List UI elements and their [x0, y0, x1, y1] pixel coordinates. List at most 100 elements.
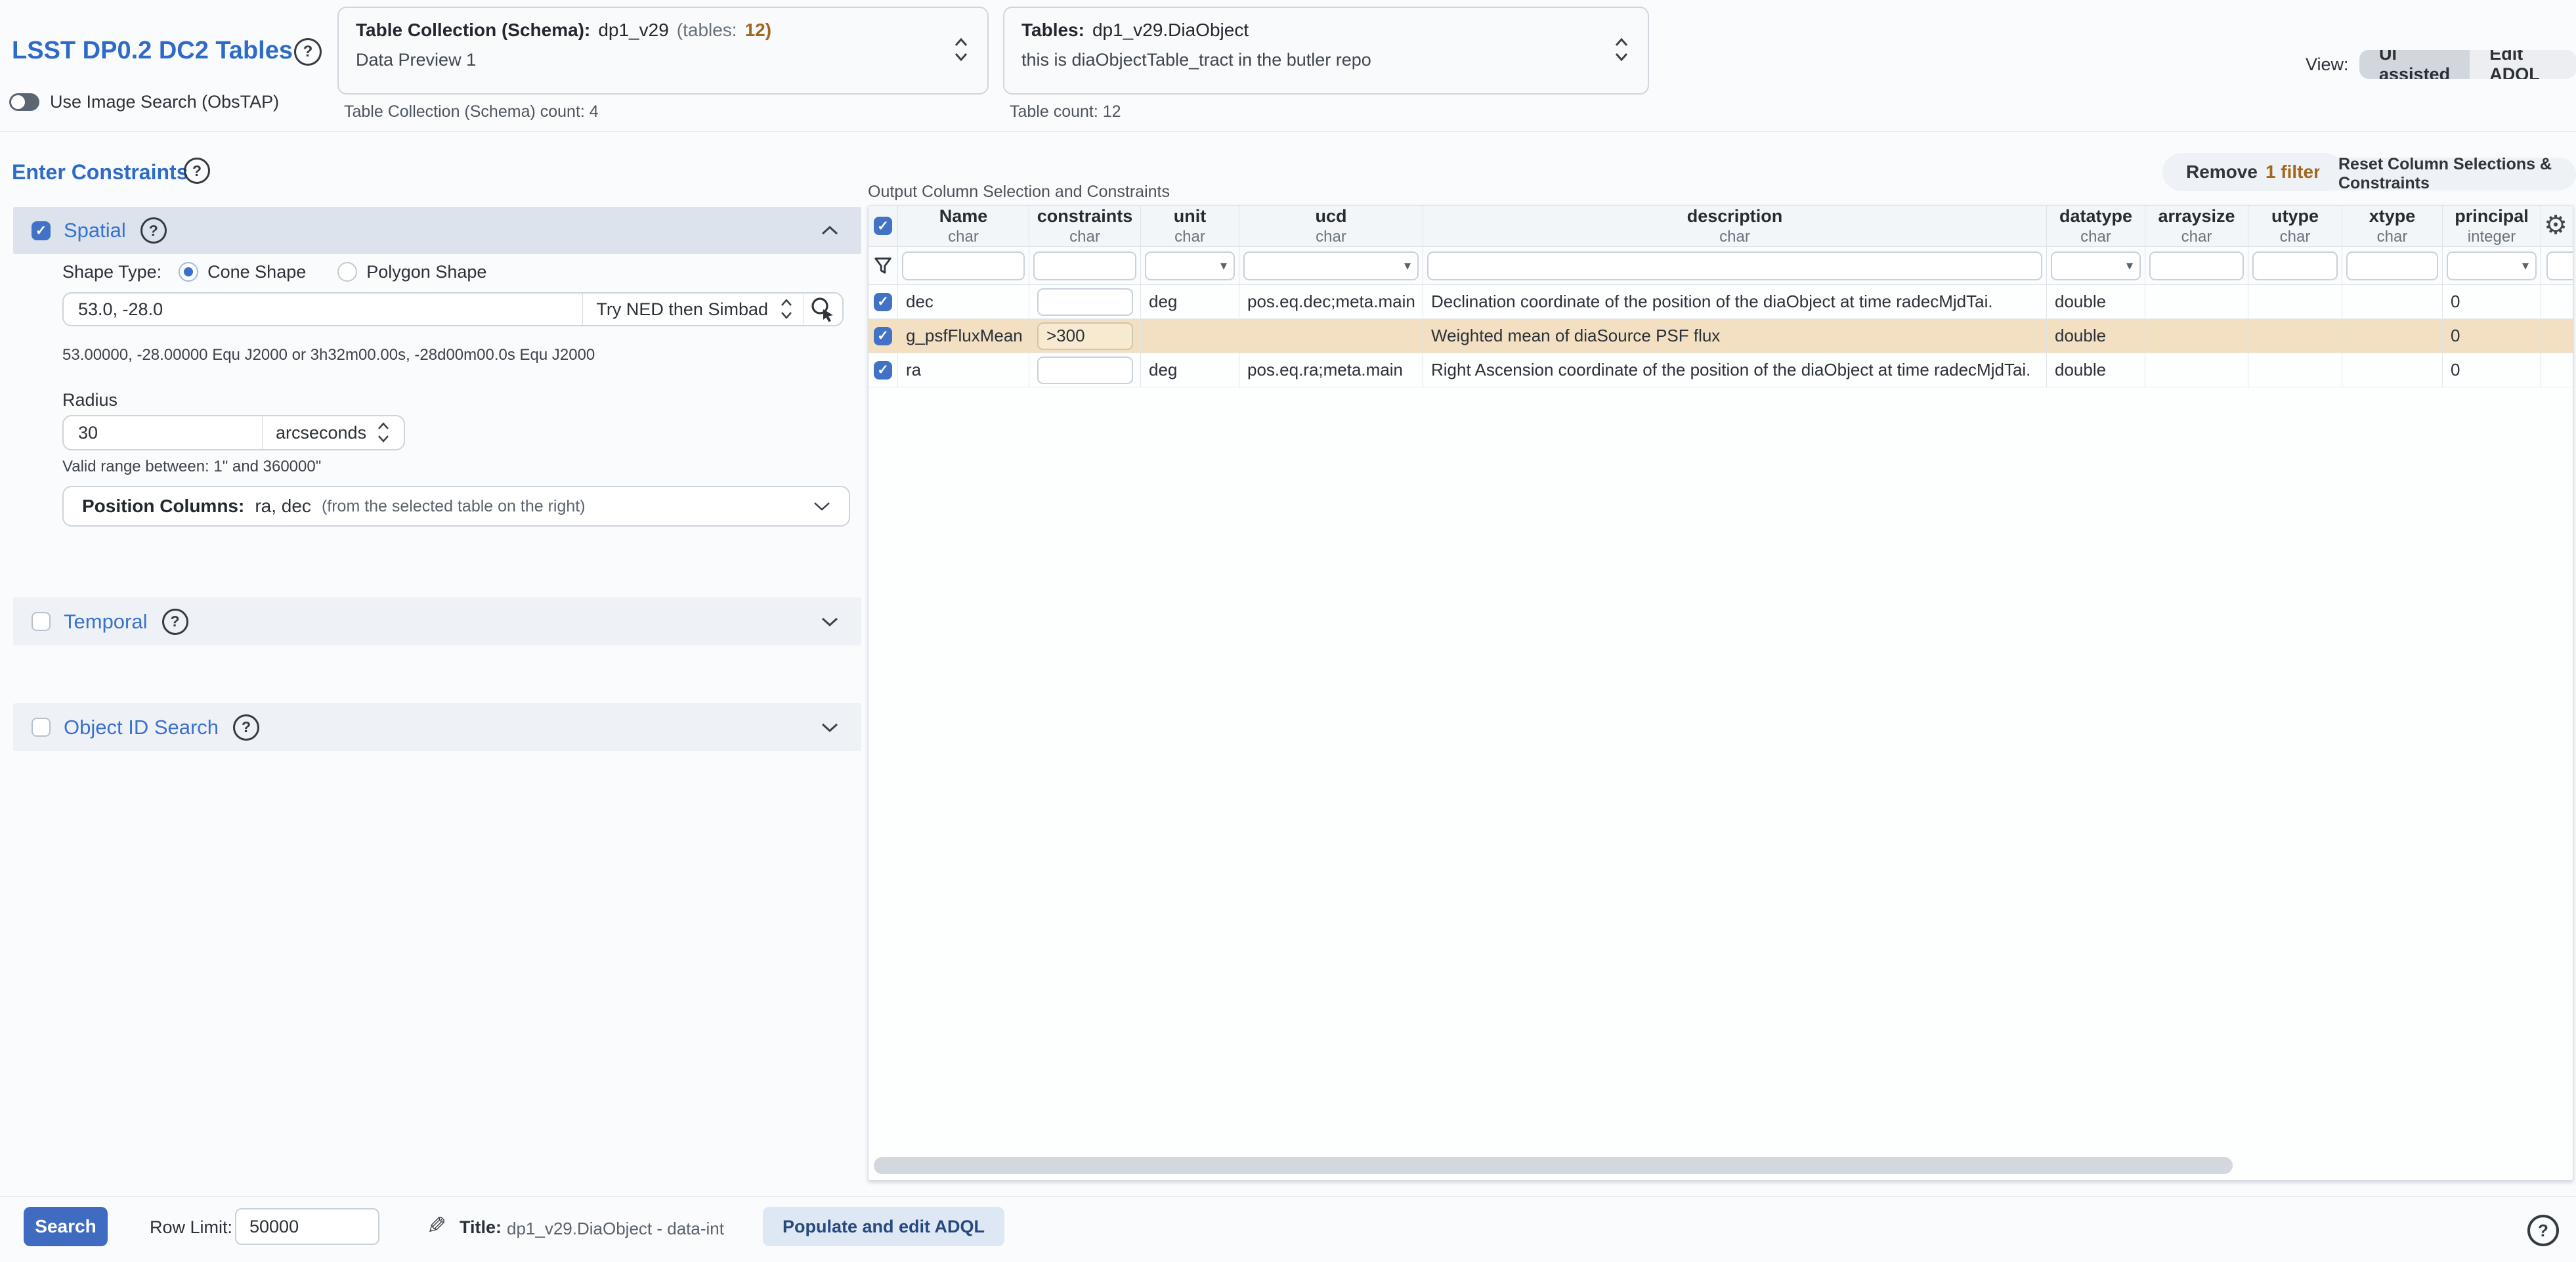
- temporal-section-header[interactable]: Temporal ?: [13, 598, 861, 645]
- cell-xtype: [2342, 319, 2443, 353]
- spatial-checkbox[interactable]: ✓: [32, 221, 51, 240]
- utype-filter-input[interactable]: [2252, 251, 2338, 280]
- temporal-help-icon[interactable]: ?: [162, 609, 188, 635]
- header-principal[interactable]: principalinteger: [2443, 206, 2541, 247]
- name-filter-input[interactable]: [902, 251, 1025, 280]
- chevron-up-down-icon: [1614, 37, 1629, 63]
- row-select-cell: ✓: [869, 319, 898, 353]
- header-xtype[interactable]: xtypechar: [2342, 206, 2443, 247]
- cell-principal: 0: [2443, 353, 2541, 387]
- query-title-label: Title:: [460, 1217, 502, 1238]
- coordinates-input[interactable]: [64, 299, 582, 320]
- constraint-input[interactable]: [1037, 357, 1133, 384]
- service-help-icon[interactable]: ?: [294, 38, 322, 66]
- cone-shape-radio[interactable]: [179, 262, 198, 282]
- constraints-help-icon[interactable]: ?: [184, 158, 210, 184]
- description-filter-input[interactable]: [1427, 251, 2042, 280]
- cone-shape-option[interactable]: Cone Shape: [179, 262, 306, 282]
- search-button[interactable]: Search: [24, 1207, 108, 1246]
- filter-datatype-cell: ▾: [2047, 247, 2145, 285]
- header-divider: [0, 131, 2576, 132]
- constraints-filter-input[interactable]: [1033, 251, 1136, 280]
- arraysize-filter-input[interactable]: [2149, 251, 2244, 280]
- table-select-label: Tables:: [1021, 20, 1084, 41]
- header-utype[interactable]: utypechar: [2248, 206, 2342, 247]
- table-row[interactable]: ✓ dec deg pos.eq.dec;meta.main Declinati…: [869, 285, 2573, 319]
- footer-help-icon[interactable]: ?: [2527, 1215, 2559, 1246]
- filter-name-cell: [898, 247, 1029, 285]
- cell-ucd: pos.eq.ra;meta.main: [1239, 353, 1423, 387]
- header-name[interactable]: Namechar: [898, 206, 1029, 247]
- resolver-select[interactable]: Try NED then Simbad: [583, 297, 804, 321]
- constraint-input[interactable]: [1037, 288, 1133, 316]
- filter-unit-cell: ▾: [1141, 247, 1239, 285]
- remove-filter-button[interactable]: Remove 1 filter: [2162, 153, 2344, 191]
- edit-pencil-icon[interactable]: ✎: [427, 1212, 446, 1240]
- object-id-checkbox[interactable]: [32, 718, 51, 737]
- schema-tables-count: 12): [745, 20, 771, 41]
- schema-select[interactable]: Table Collection (Schema): dp1_v29 (tabl…: [337, 7, 989, 95]
- select-all-checkbox[interactable]: ✓: [874, 217, 892, 235]
- tap-search-app: LSST DP0.2 DC2 Tables ? Use Image Search…: [0, 0, 2576, 1262]
- constraint-input[interactable]: [1037, 322, 1133, 350]
- object-id-help-icon[interactable]: ?: [233, 714, 259, 741]
- column-table-filter-row: ▾ ▾ ▾ ▾: [869, 247, 2573, 285]
- image-search-toggle[interactable]: [9, 93, 39, 111]
- extra-filter-input[interactable]: [2546, 251, 2573, 280]
- footer-divider: [0, 1196, 2576, 1197]
- populate-adql-button[interactable]: Populate and edit ADQL: [763, 1207, 1004, 1246]
- temporal-checkbox[interactable]: [32, 612, 51, 631]
- chevron-up-icon[interactable]: [821, 225, 839, 236]
- object-id-section-header[interactable]: Object ID Search ?: [13, 703, 861, 751]
- table-select-subtitle: this is diaObjectTable_tract in the butl…: [1021, 50, 1631, 70]
- filter-funnel-icon[interactable]: [874, 257, 892, 275]
- header-unit[interactable]: unitchar: [1141, 206, 1239, 247]
- chevron-down-icon[interactable]: [821, 617, 839, 627]
- principal-filter-select[interactable]: ▾: [2447, 251, 2537, 280]
- row-checkbox[interactable]: ✓: [874, 293, 892, 311]
- view-ui-assisted-button[interactable]: UI assisted: [2359, 50, 2470, 79]
- cell-utype: [2248, 285, 2342, 319]
- view-edit-adql-button[interactable]: Edit ADQL: [2470, 50, 2576, 79]
- datatype-filter-select[interactable]: ▾: [2051, 251, 2141, 280]
- row-checkbox[interactable]: ✓: [874, 361, 892, 380]
- row-checkbox[interactable]: ✓: [874, 327, 892, 345]
- reset-columns-button[interactable]: Reset Column Selections & Constraints: [2319, 158, 2576, 190]
- header-ucd[interactable]: ucdchar: [1239, 206, 1423, 247]
- cell-principal: 0: [2443, 319, 2541, 353]
- table-options-gear-icon[interactable]: ⚙: [2544, 212, 2567, 238]
- schema-tables-prefix: (tables:: [677, 20, 737, 41]
- header-arraysize[interactable]: arraysizechar: [2145, 206, 2248, 247]
- unit-filter-select[interactable]: ▾: [1145, 251, 1235, 280]
- xtype-filter-input[interactable]: [2346, 251, 2438, 280]
- horizontal-scrollbar-thumb[interactable]: [874, 1157, 2233, 1174]
- search-cursor-icon: [809, 295, 837, 323]
- cell-extra: [2541, 353, 2573, 387]
- radius-unit-select[interactable]: arcseconds: [263, 421, 400, 445]
- cell-ucd: [1239, 319, 1423, 353]
- row-limit-input[interactable]: [235, 1208, 379, 1245]
- dropdown-arrow-icon: ▾: [2522, 257, 2529, 274]
- polygon-shape-radio[interactable]: [337, 262, 357, 282]
- resolve-search-button[interactable]: [804, 295, 842, 323]
- spatial-section-header[interactable]: ✓ Spatial ?: [13, 207, 861, 254]
- chevron-up-down-icon: [377, 421, 390, 445]
- table-select[interactable]: Tables: dp1_v29.DiaObject this is diaObj…: [1003, 7, 1649, 95]
- schema-select-line1: Table Collection (Schema): dp1_v29 (tabl…: [356, 20, 970, 41]
- table-row-highlighted[interactable]: ✓ g_psfFluxMean Weighted mean of diaSour…: [869, 319, 2573, 353]
- filter-arraysize-cell: [2145, 247, 2248, 285]
- header-description[interactable]: descriptionchar: [1423, 206, 2047, 247]
- cell-arraysize: [2145, 353, 2248, 387]
- radius-hint: Valid range between: 1" and 360000": [62, 458, 321, 476]
- position-columns-note: (from the selected table on the right): [322, 497, 586, 516]
- header-datatype[interactable]: datatypechar: [2047, 206, 2145, 247]
- spatial-help-icon[interactable]: ?: [140, 217, 167, 244]
- position-columns-select[interactable]: Position Columns: ra, dec (from the sele…: [62, 486, 850, 527]
- cell-description: Declination coordinate of the position o…: [1423, 285, 2047, 319]
- ucd-filter-select[interactable]: ▾: [1243, 251, 1419, 280]
- polygon-shape-option[interactable]: Polygon Shape: [337, 262, 486, 282]
- radius-input[interactable]: [64, 423, 262, 443]
- chevron-down-icon[interactable]: [821, 722, 839, 733]
- header-constraints[interactable]: constraintschar: [1029, 206, 1141, 247]
- table-row[interactable]: ✓ ra deg pos.eq.ra;meta.main Right Ascen…: [869, 353, 2573, 387]
